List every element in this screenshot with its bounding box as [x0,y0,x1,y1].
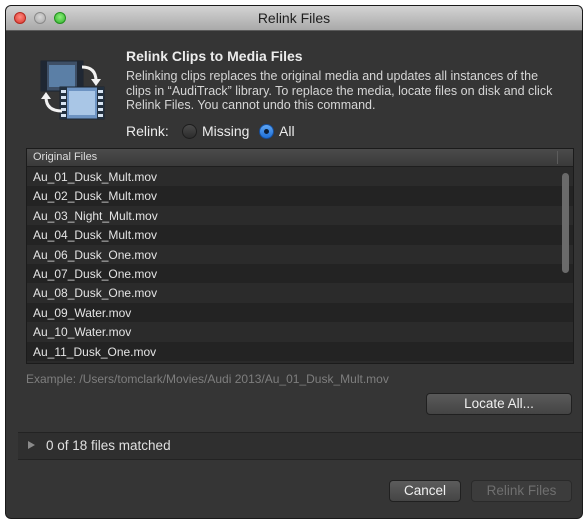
column-divider [557,151,558,164]
original-files-column-header[interactable]: Original Files [27,149,573,167]
list-item[interactable]: Au_02_Dusk_Mult.mov [27,186,573,206]
relink-missing-label[interactable]: Missing [202,123,249,139]
relink-files-dialog: Relink Files Relink Clips to Media Files… [6,6,582,518]
file-name: Au_11_Dusk_One.mov [33,344,157,359]
file-name: Au_10_Water.mov [33,325,132,340]
original-files-list[interactable]: Original Files Au_01_Dusk_Mult.mov Au_02… [26,148,574,364]
relink-files-button[interactable]: Relink Files [471,480,572,502]
matched-files-disclosure[interactable]: 0 of 18 files matched [18,432,582,460]
file-name: Au_02_Dusk_Mult.mov [33,189,158,204]
list-item[interactable]: Au_01_Dusk_Mult.mov [27,167,573,187]
list-item[interactable]: Au_11_Dusk_One.mov [27,341,573,361]
list-item[interactable]: Au_06_Dusk_One.mov [27,244,573,264]
relink-missing-radio[interactable] [182,124,197,139]
relink-all-label[interactable]: All [279,123,295,139]
file-name: Au_01_Dusk_Mult.mov [33,170,158,184]
relink-label: Relink: [126,123,169,139]
list-item[interactable]: Au_09_Water.mov [27,302,573,323]
file-name: Au_04_Dusk_Mult.mov [33,228,158,243]
list-item[interactable]: Au_04_Dusk_Mult.mov [27,225,573,245]
relink-clips-icon [40,60,105,120]
list-scrollbar[interactable] [562,173,569,273]
dialog-heading: Relink Clips to Media Files [126,48,303,64]
example-path: Example: /Users/tomclark/Movies/Audi 201… [26,372,389,386]
list-item[interactable]: Au_03_Night_Mult.mov [27,205,573,226]
window-title: Relink Files [257,10,331,26]
file-name: Au_06_Dusk_One.mov [33,247,158,262]
title-bar[interactable]: Relink Files [6,6,582,31]
list-item[interactable]: Au_08_Dusk_One.mov [27,283,573,303]
cancel-button[interactable]: Cancel [389,480,461,502]
file-name: Au_03_Night_Mult.mov [33,208,158,223]
matched-files-status: 0 of 18 files matched [46,438,171,453]
list-item[interactable]: Au_10_Water.mov [27,322,573,342]
file-name: Au_07_Dusk_One.mov [33,266,158,281]
disclosure-triangle-icon[interactable] [28,441,35,449]
locate-all-button[interactable]: Locate All... [426,393,572,415]
file-name: Au_09_Water.mov [33,305,132,320]
file-name: Au_08_Dusk_One.mov [33,286,158,301]
dialog-description: Relinking clips replaces the original me… [126,69,553,112]
relink-all-radio[interactable] [259,124,274,139]
list-item[interactable]: Au_07_Dusk_One.mov [27,263,573,284]
file-rows: Au_01_Dusk_Mult.mov Au_02_Dusk_Mult.mov … [27,167,573,361]
column-header-label: Original Files [33,151,98,163]
